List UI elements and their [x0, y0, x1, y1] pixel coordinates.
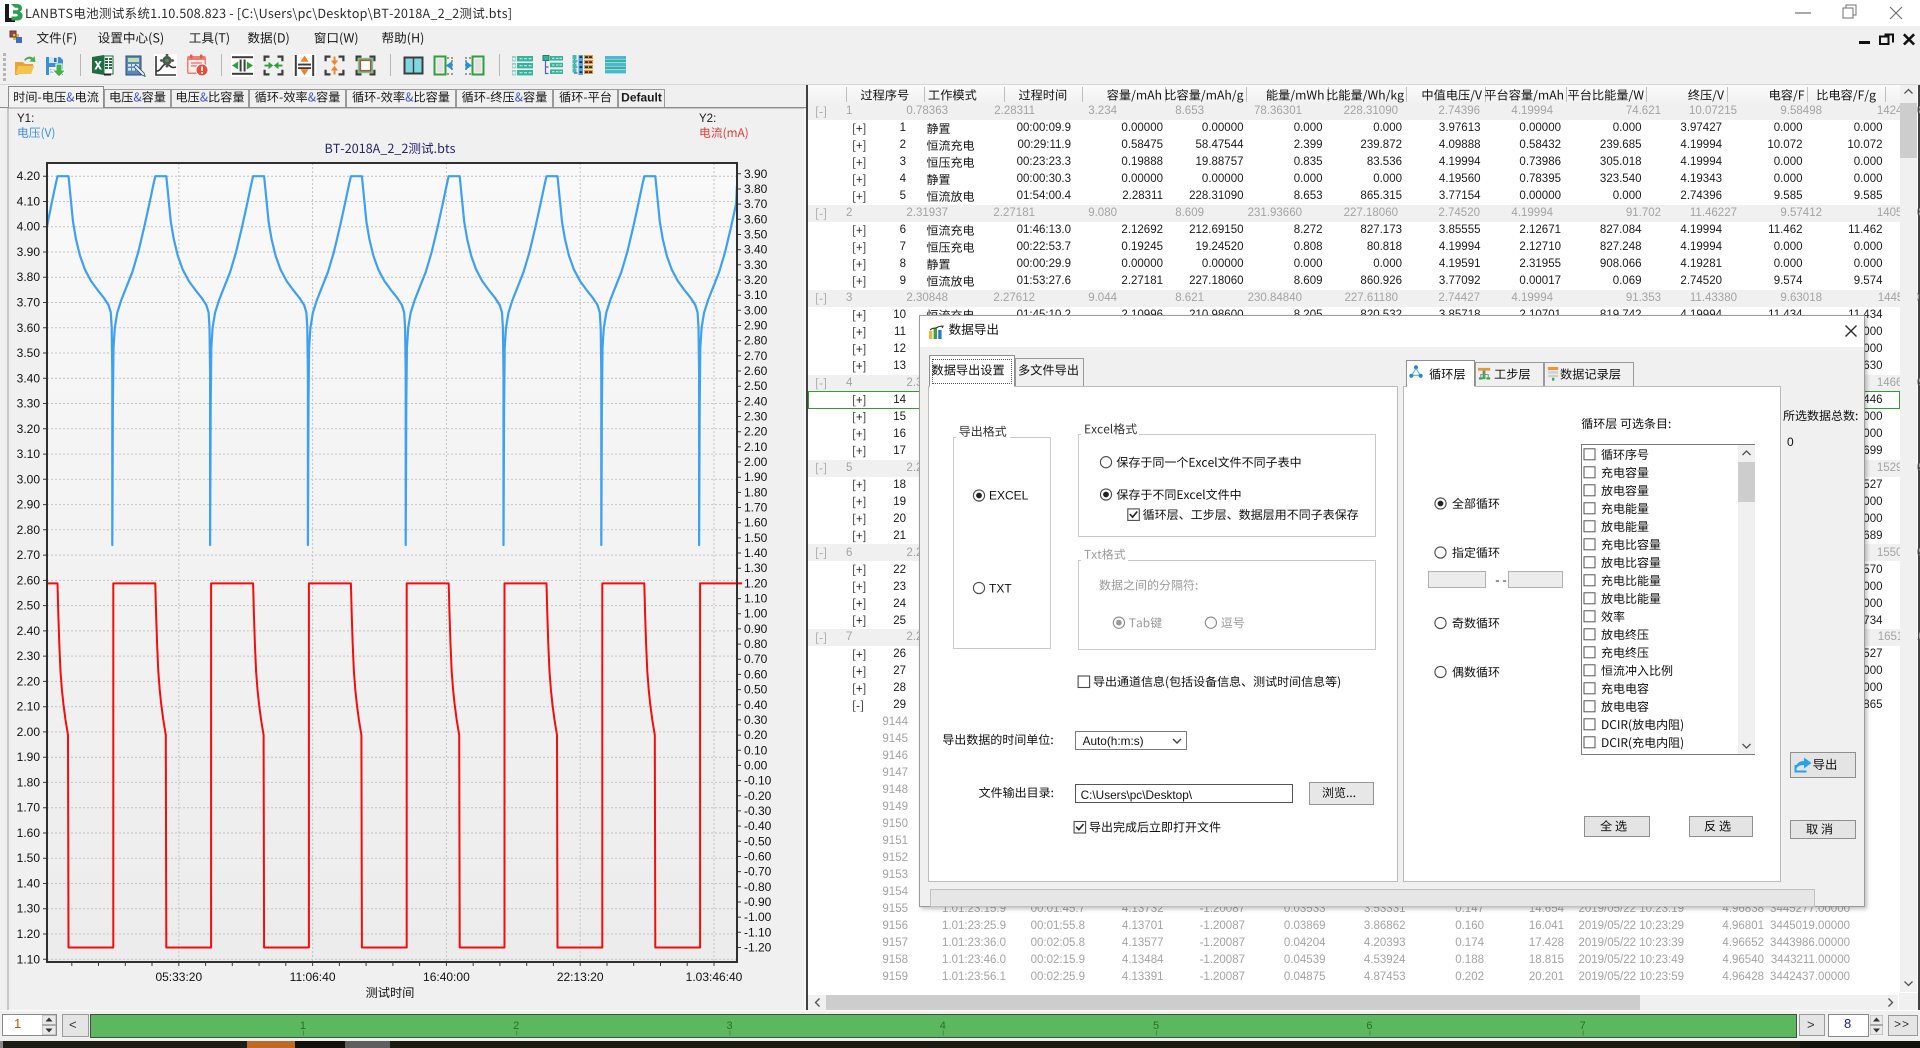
svg-text:2.50: 2.50	[17, 599, 41, 613]
svg-text:1.90: 1.90	[744, 470, 768, 484]
svg-text:1.20: 1.20	[17, 927, 41, 941]
svg-text:2.30: 2.30	[17, 649, 41, 663]
svg-text:0.10: 0.10	[744, 743, 768, 757]
svg-text:1.80: 1.80	[17, 775, 41, 789]
svg-text:3.10: 3.10	[17, 447, 41, 461]
svg-text:Default: Default	[621, 91, 662, 105]
svg-text:-0.90: -0.90	[744, 895, 772, 909]
svg-text:2.80: 2.80	[744, 334, 768, 348]
svg-text:1.60: 1.60	[17, 826, 41, 840]
svg-text:0.80: 0.80	[744, 637, 768, 651]
svg-text:2.60: 2.60	[744, 364, 768, 378]
svg-text:-1.20: -1.20	[744, 941, 772, 955]
svg-text:0.40: 0.40	[744, 698, 768, 712]
svg-text:2.80: 2.80	[17, 523, 41, 537]
svg-text:4.10: 4.10	[17, 195, 41, 209]
svg-text:1.70: 1.70	[744, 501, 768, 515]
svg-text:3.50: 3.50	[744, 228, 768, 242]
svg-text:1.10: 1.10	[17, 952, 41, 966]
svg-text:1.10: 1.10	[744, 592, 768, 606]
svg-text:-0.80: -0.80	[744, 880, 772, 894]
svg-text:1.40: 1.40	[17, 877, 41, 891]
svg-text:2.30: 2.30	[744, 410, 768, 424]
svg-text:2.00: 2.00	[17, 725, 41, 739]
svg-text:3.50: 3.50	[17, 346, 41, 360]
svg-text:3.80: 3.80	[17, 270, 41, 284]
svg-text:3.10: 3.10	[744, 288, 768, 302]
svg-text:3.60: 3.60	[17, 321, 41, 335]
svg-text:3.20: 3.20	[17, 422, 41, 436]
svg-text:1.50: 1.50	[17, 851, 41, 865]
svg-text:-1.00: -1.00	[744, 910, 772, 924]
svg-text:4.00: 4.00	[17, 220, 41, 234]
svg-text:2.70: 2.70	[17, 548, 41, 562]
svg-text:0.50: 0.50	[744, 683, 768, 697]
svg-text:0.90: 0.90	[744, 622, 768, 636]
svg-text:1.70: 1.70	[17, 801, 41, 815]
svg-text:2.00: 2.00	[744, 455, 768, 469]
svg-text:3.20: 3.20	[744, 273, 768, 287]
svg-text:0.00: 0.00	[744, 758, 768, 772]
svg-text:16:40:00: 16:40:00	[423, 970, 470, 984]
svg-text:1.50: 1.50	[744, 531, 768, 545]
svg-text:2.10: 2.10	[17, 700, 41, 714]
svg-text:2.60: 2.60	[17, 573, 41, 587]
svg-text:2.70: 2.70	[744, 349, 768, 363]
svg-text:Y2:: Y2:	[699, 113, 716, 125]
svg-text:3.30: 3.30	[744, 258, 768, 272]
svg-text:3.70: 3.70	[744, 197, 768, 211]
svg-text:1.60: 1.60	[744, 516, 768, 530]
svg-text:2.40: 2.40	[744, 394, 768, 408]
svg-text:-0.10: -0.10	[744, 774, 772, 788]
svg-text:2.90: 2.90	[17, 498, 41, 512]
svg-text:3.90: 3.90	[17, 245, 41, 259]
svg-text:2.50: 2.50	[744, 379, 768, 393]
svg-text:2.10: 2.10	[744, 440, 768, 454]
svg-text:-0.40: -0.40	[744, 819, 772, 833]
svg-text:2.20: 2.20	[17, 674, 41, 688]
svg-text:11:06:40: 11:06:40	[290, 970, 336, 984]
svg-text:0.30: 0.30	[744, 713, 768, 727]
svg-text:1.40: 1.40	[744, 546, 768, 560]
svg-text:1.00: 1.00	[744, 607, 768, 621]
svg-text:3.60: 3.60	[744, 212, 768, 226]
svg-text:2.90: 2.90	[744, 319, 768, 333]
svg-text:3.30: 3.30	[17, 397, 41, 411]
svg-text:1.90: 1.90	[17, 750, 41, 764]
svg-text:-0.70: -0.70	[744, 865, 772, 879]
svg-text:1.03:46:40: 1.03:46:40	[686, 970, 743, 984]
svg-text:1.20: 1.20	[744, 576, 768, 590]
svg-text:2.40: 2.40	[17, 624, 41, 638]
svg-text:-1.10: -1.10	[744, 925, 772, 939]
svg-text:-0.30: -0.30	[744, 804, 772, 818]
svg-text:0.20: 0.20	[744, 728, 768, 742]
svg-text:3.80: 3.80	[744, 182, 768, 196]
svg-text:22:13:20: 22:13:20	[557, 970, 604, 984]
svg-text:3.70: 3.70	[17, 296, 41, 310]
svg-text:1.80: 1.80	[744, 485, 768, 499]
svg-text:-0.50: -0.50	[744, 834, 772, 848]
svg-text:1.30: 1.30	[744, 561, 768, 575]
svg-text:3.40: 3.40	[744, 243, 768, 257]
svg-text:3.00: 3.00	[744, 303, 768, 317]
svg-text:3.00: 3.00	[17, 472, 41, 486]
svg-text:0.70: 0.70	[744, 652, 768, 666]
svg-text:3.40: 3.40	[17, 371, 41, 385]
svg-text:Y1:: Y1:	[17, 113, 34, 125]
svg-text:1.30: 1.30	[17, 902, 41, 916]
svg-text:4.20: 4.20	[17, 169, 41, 183]
svg-text:-0.60: -0.60	[744, 850, 772, 864]
svg-text:3.90: 3.90	[744, 167, 768, 181]
svg-text:-0.20: -0.20	[744, 789, 772, 803]
svg-text:05:33:20: 05:33:20	[155, 970, 202, 984]
svg-text:0.60: 0.60	[744, 667, 768, 681]
svg-text:2.20: 2.20	[744, 425, 768, 439]
